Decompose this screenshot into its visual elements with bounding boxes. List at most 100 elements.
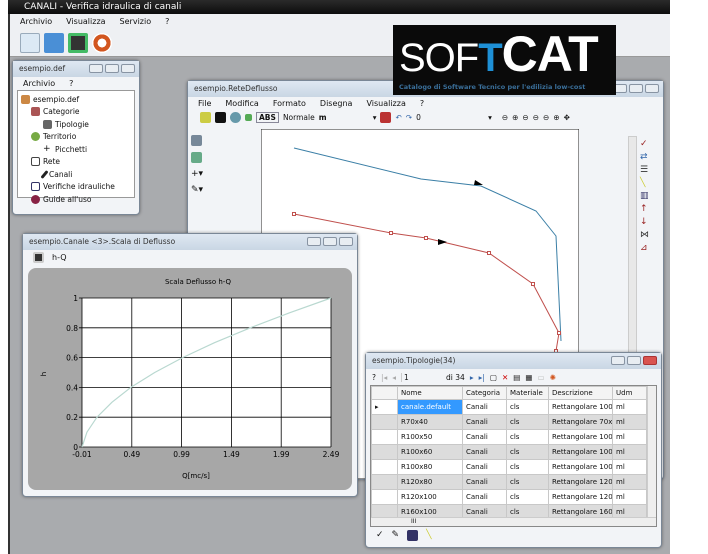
cell-udm[interactable]: ml: [612, 444, 647, 460]
cell-materiale[interactable]: cls: [506, 489, 549, 505]
tree-item-picchetti[interactable]: + Picchetti: [21, 143, 131, 156]
arrow-down-icon[interactable]: ↓: [640, 217, 649, 227]
table-row[interactable]: R100x80CanaliclsRettangolare 100...ml0: [371, 459, 656, 475]
scroll-thumb-grip[interactable]: III: [411, 518, 416, 525]
menu-modifica[interactable]: Modifica: [225, 99, 258, 108]
dropdown-arrow-icon[interactable]: ▾: [488, 113, 492, 122]
row-header[interactable]: [371, 444, 398, 460]
ruler-icon[interactable]: ╲: [640, 178, 649, 188]
small-save-icon[interactable]: [245, 113, 252, 121]
minimize-button[interactable]: [307, 237, 321, 246]
select-icon[interactable]: [191, 135, 202, 146]
cell-materiale[interactable]: cls: [506, 414, 549, 430]
record-position-field[interactable]: 1: [401, 372, 441, 382]
node-marker[interactable]: [292, 212, 296, 216]
layers-icon[interactable]: [230, 111, 241, 123]
cell-descrizione[interactable]: Rettangolare 100...: [548, 399, 613, 415]
close-button[interactable]: [339, 237, 353, 246]
row-header[interactable]: ▸: [371, 399, 398, 415]
cell-udm[interactable]: ml: [612, 489, 647, 505]
column-header-categoria[interactable]: Categoria: [462, 386, 507, 400]
menu-help[interactable]: ?: [165, 17, 169, 27]
pencil-icon[interactable]: ✎: [392, 530, 400, 541]
tree-item-guide[interactable]: Guide all'uso: [21, 193, 131, 206]
new-record-icon[interactable]: ▢: [490, 373, 497, 382]
maximize-button[interactable]: [629, 84, 643, 93]
table-window-titlebar[interactable]: esempio.Tipologie(34): [366, 353, 661, 369]
cell-udm[interactable]: ml: [612, 399, 647, 415]
section-icon[interactable]: [407, 530, 419, 541]
edit-node-icon[interactable]: [191, 152, 202, 163]
row-header[interactable]: [371, 474, 398, 490]
copy-icon[interactable]: ▦: [525, 373, 532, 382]
node-marker[interactable]: [389, 231, 393, 235]
cell-udm[interactable]: ml: [612, 414, 647, 430]
cell-descrizione[interactable]: Rettangolare 70x...: [548, 414, 613, 430]
chart-window-titlebar[interactable]: esempio.Canale <3>.Scala di Deflusso: [23, 234, 357, 250]
edit-icon[interactable]: ▤: [513, 373, 520, 382]
column-header-nome[interactable]: Nome: [397, 386, 463, 400]
maximize-button[interactable]: [105, 64, 119, 73]
check-icon[interactable]: [200, 111, 211, 123]
zoom-all-icon[interactable]: ⊕: [512, 113, 518, 122]
undo-icon[interactable]: ↶: [395, 113, 401, 122]
tree-item-tipologie[interactable]: Tipologie: [21, 118, 131, 131]
redo-icon[interactable]: ↷: [406, 113, 412, 122]
row-header[interactable]: [371, 459, 398, 475]
zoom-out-icon[interactable]: ⊖: [543, 113, 549, 122]
node-marker[interactable]: [557, 331, 561, 335]
menu-visualizza[interactable]: Visualizza: [66, 17, 105, 27]
open-folder-icon[interactable]: [44, 33, 64, 53]
cell-materiale[interactable]: cls: [506, 429, 549, 445]
column-header-descrizione[interactable]: Descrizione: [548, 386, 613, 400]
cell-materiale[interactable]: cls: [506, 444, 549, 460]
close-button[interactable]: [643, 356, 657, 365]
menu-disegna[interactable]: Disegna: [320, 99, 353, 108]
cell-nome[interactable]: R100x80: [397, 459, 463, 475]
help-lifebuoy-icon[interactable]: [92, 33, 112, 53]
cell-nome[interactable]: R100x60: [397, 444, 463, 460]
select-tool-icon[interactable]: ✓: [376, 530, 384, 541]
menu-help[interactable]: ?: [420, 99, 424, 108]
color-picker-icon[interactable]: [215, 111, 226, 123]
node-marker[interactable]: [424, 236, 428, 240]
tree-item-verifiche[interactable]: Verifiche idrauliche: [21, 181, 131, 194]
profile-chart-icon[interactable]: ▥: [640, 191, 649, 201]
menu-formato[interactable]: Formato: [273, 99, 306, 108]
menu-visualizza[interactable]: Visualizza: [366, 99, 405, 108]
menu-help[interactable]: ?: [69, 79, 73, 88]
first-record-icon[interactable]: |◂: [381, 373, 387, 382]
minimize-button[interactable]: [89, 64, 103, 73]
zoom-previous-icon[interactable]: ⊖: [533, 113, 539, 122]
cell-categoria[interactable]: Canali: [462, 414, 507, 430]
table-row[interactable]: R70x40CanaliclsRettangolare 70x...ml0: [371, 414, 656, 430]
help-button[interactable]: ?: [372, 373, 376, 382]
cell-descrizione[interactable]: Rettangolare 100...: [548, 429, 613, 445]
last-record-icon[interactable]: ▸|: [479, 373, 485, 382]
new-file-icon[interactable]: [20, 33, 40, 53]
network-tool-icon[interactable]: ⋈: [640, 230, 649, 240]
cell-descrizione[interactable]: Rettangolare 120...: [548, 474, 613, 490]
zoom-window-icon[interactable]: ⊖: [522, 113, 528, 122]
menu-servizio[interactable]: Servizio: [120, 17, 152, 27]
cell-categoria[interactable]: Canali: [462, 474, 507, 490]
cell-descrizione[interactable]: Rettangolare 120...: [548, 489, 613, 505]
row-header[interactable]: [371, 429, 398, 445]
save-icon[interactable]: [68, 33, 88, 53]
maximize-button[interactable]: [323, 237, 337, 246]
table-row[interactable]: R120x100CanaliclsRettangolare 120...ml0: [371, 489, 656, 505]
chart-type-label[interactable]: h-Q: [52, 253, 67, 262]
cell-nome[interactable]: R120x80: [397, 474, 463, 490]
pen-style-icon[interactable]: [380, 111, 392, 123]
close-button[interactable]: [645, 84, 659, 93]
tree-item-root[interactable]: esempio.def: [21, 93, 131, 106]
help-lifebuoy-icon[interactable]: ✺: [550, 373, 556, 382]
pan-icon[interactable]: ✥: [564, 113, 570, 122]
cell-udm[interactable]: ml: [612, 474, 647, 490]
grid-vertical-scrollbar[interactable]: [647, 386, 656, 518]
menu-archivio[interactable]: Archivio: [20, 17, 52, 27]
cell-nome[interactable]: R70x40: [397, 414, 463, 430]
cell-nome[interactable]: canale.default: [397, 399, 463, 415]
tree-item-canali[interactable]: Canali: [21, 168, 131, 181]
table-row[interactable]: R100x50CanaliclsRettangolare 100...ml0: [371, 429, 656, 445]
